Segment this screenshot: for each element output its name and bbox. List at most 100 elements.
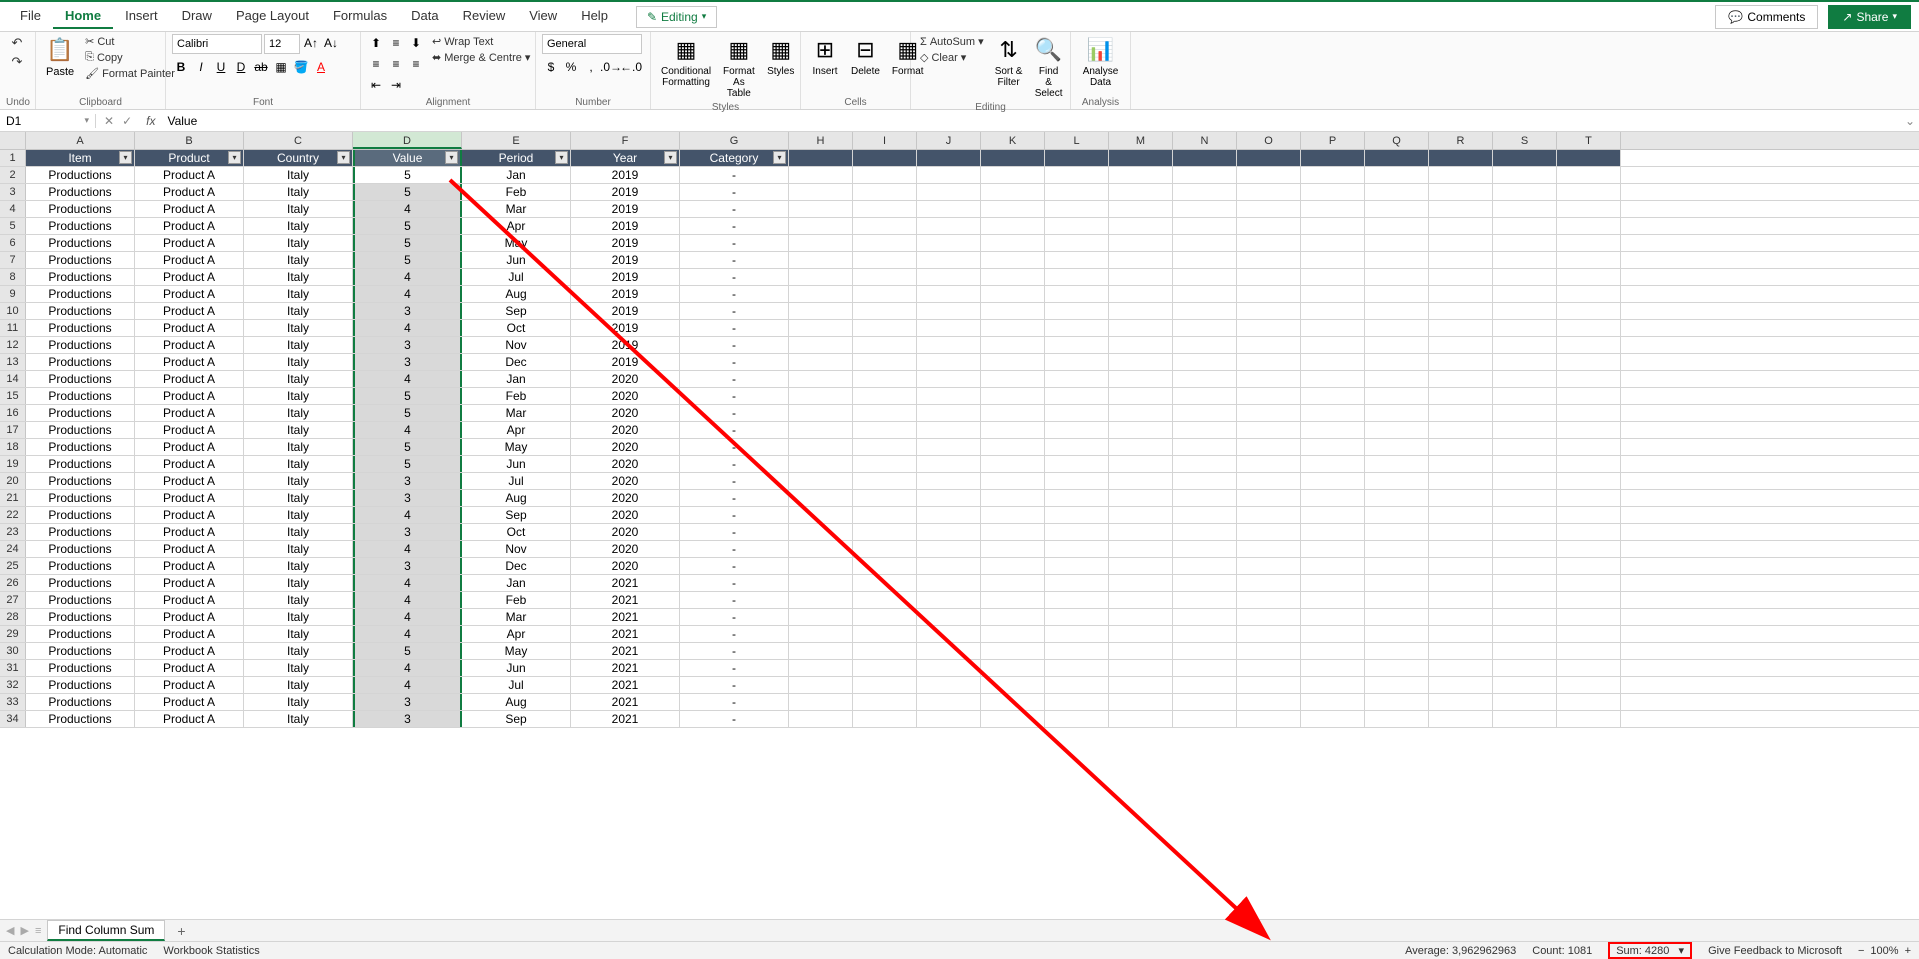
cell-empty[interactable]: [1429, 303, 1493, 319]
italic-button[interactable]: I: [192, 58, 210, 76]
row-header-1[interactable]: 1: [0, 150, 26, 166]
row-header-27[interactable]: 27: [0, 592, 26, 608]
cell-empty[interactable]: [1109, 371, 1173, 387]
cell-empty[interactable]: [1109, 575, 1173, 591]
cell-empty[interactable]: [981, 201, 1045, 217]
increase-decimal-button[interactable]: .0→: [602, 58, 620, 76]
column-header-L[interactable]: L: [1045, 132, 1109, 149]
cell-empty[interactable]: [1493, 473, 1557, 489]
cell-empty[interactable]: [1493, 167, 1557, 183]
cell-empty[interactable]: [917, 337, 981, 353]
cell-empty[interactable]: [1237, 660, 1301, 676]
cell-G34[interactable]: -: [680, 711, 789, 727]
cell-empty[interactable]: [1173, 320, 1237, 336]
cell-empty[interactable]: [1173, 609, 1237, 625]
cell-empty[interactable]: [981, 184, 1045, 200]
cell-F23[interactable]: 2020: [571, 524, 680, 540]
cell-empty[interactable]: [853, 303, 917, 319]
cell-empty[interactable]: [789, 286, 853, 302]
cell-F22[interactable]: 2020: [571, 507, 680, 523]
cell-empty[interactable]: [1557, 609, 1621, 625]
cell-empty[interactable]: [1237, 524, 1301, 540]
cell-E20[interactable]: Jul: [462, 473, 571, 489]
row-header-25[interactable]: 25: [0, 558, 26, 574]
cell-D5[interactable]: 5: [353, 218, 462, 234]
cell-empty[interactable]: [981, 609, 1045, 625]
cell-empty[interactable]: [1493, 609, 1557, 625]
cell-empty[interactable]: [1365, 626, 1429, 642]
cell-empty[interactable]: [853, 337, 917, 353]
cell-B33[interactable]: Product A: [135, 694, 244, 710]
column-header-R[interactable]: R: [1429, 132, 1493, 149]
column-header-N[interactable]: N: [1173, 132, 1237, 149]
cell-empty[interactable]: [981, 303, 1045, 319]
cell-D32[interactable]: 4: [353, 677, 462, 693]
sort-filter-button[interactable]: ⇅Sort & Filter: [991, 34, 1027, 90]
currency-button[interactable]: $: [542, 58, 560, 76]
cell-empty[interactable]: [1173, 337, 1237, 353]
cell-empty[interactable]: [1301, 660, 1365, 676]
cell-empty[interactable]: [1301, 558, 1365, 574]
cell-empty[interactable]: [1493, 558, 1557, 574]
calc-mode-label[interactable]: Calculation Mode: Automatic: [8, 945, 147, 957]
cell-empty[interactable]: [1109, 592, 1173, 608]
cell-C33[interactable]: Italy: [244, 694, 353, 710]
cell-F30[interactable]: 2021: [571, 643, 680, 659]
cell-empty[interactable]: [1109, 609, 1173, 625]
cell-empty[interactable]: [1365, 473, 1429, 489]
decrease-indent-button[interactable]: ⇤: [367, 76, 385, 94]
cell-empty[interactable]: [1109, 677, 1173, 693]
cell-empty[interactable]: [1365, 575, 1429, 591]
cell-empty[interactable]: [1301, 711, 1365, 727]
cell-G8[interactable]: -: [680, 269, 789, 285]
cell-empty[interactable]: [789, 575, 853, 591]
cell-empty[interactable]: [1557, 303, 1621, 319]
cell-empty[interactable]: [917, 422, 981, 438]
row-header-33[interactable]: 33: [0, 694, 26, 710]
cell-A16[interactable]: Productions: [26, 405, 135, 421]
row-header-22[interactable]: 22: [0, 507, 26, 523]
cell-empty[interactable]: [981, 456, 1045, 472]
cell-empty[interactable]: [1493, 252, 1557, 268]
cell-D31[interactable]: 4: [353, 660, 462, 676]
cell-empty[interactable]: [1557, 286, 1621, 302]
cell-empty[interactable]: [1237, 269, 1301, 285]
cell-empty[interactable]: [1237, 677, 1301, 693]
cell-empty[interactable]: [1429, 643, 1493, 659]
cell-empty[interactable]: [1301, 167, 1365, 183]
cell-empty[interactable]: [1109, 337, 1173, 353]
decrease-font-button[interactable]: A↓: [322, 34, 340, 52]
cell-B28[interactable]: Product A: [135, 609, 244, 625]
cell-empty[interactable]: [1429, 439, 1493, 455]
cell-empty[interactable]: [789, 609, 853, 625]
cancel-formula-button[interactable]: ✕: [104, 114, 114, 128]
cell-empty[interactable]: [853, 694, 917, 710]
cell-empty[interactable]: [1493, 320, 1557, 336]
filter-arrow-icon[interactable]: ▾: [445, 151, 458, 164]
cell-empty[interactable]: [1557, 320, 1621, 336]
column-header-Q[interactable]: Q: [1365, 132, 1429, 149]
cell-G29[interactable]: -: [680, 626, 789, 642]
cell-empty[interactable]: [1237, 286, 1301, 302]
font-size-select[interactable]: [264, 34, 300, 54]
cell-empty[interactable]: [1237, 235, 1301, 251]
row-header-32[interactable]: 32: [0, 677, 26, 693]
cell-B17[interactable]: Product A: [135, 422, 244, 438]
sheet-tab-active[interactable]: Find Column Sum: [47, 920, 165, 941]
increase-font-button[interactable]: A↑: [302, 34, 320, 52]
cell-empty[interactable]: [789, 541, 853, 557]
cell-empty[interactable]: [1173, 694, 1237, 710]
cell-A27[interactable]: Productions: [26, 592, 135, 608]
formula-input[interactable]: Value: [161, 114, 1901, 128]
autosum-button[interactable]: ΣAutoSum ▾: [917, 34, 987, 49]
cell-G22[interactable]: -: [680, 507, 789, 523]
cell-A26[interactable]: Productions: [26, 575, 135, 591]
cell-E15[interactable]: Feb: [462, 388, 571, 404]
cell-empty[interactable]: [1557, 592, 1621, 608]
column-header-J[interactable]: J: [917, 132, 981, 149]
cell-empty[interactable]: [981, 592, 1045, 608]
cell-empty[interactable]: [789, 388, 853, 404]
cell-empty[interactable]: [789, 694, 853, 710]
cell-empty[interactable]: [789, 252, 853, 268]
row-header-30[interactable]: 30: [0, 643, 26, 659]
